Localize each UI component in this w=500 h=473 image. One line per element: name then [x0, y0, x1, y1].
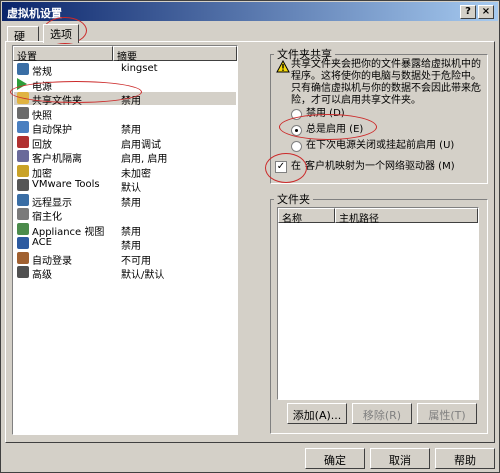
- list-item-summary: kingset: [121, 63, 158, 74]
- folder-properties-button[interactable]: 属性(T): [417, 403, 477, 424]
- column-setting[interactable]: 设置: [13, 46, 113, 63]
- list-item-summary: 禁用: [121, 226, 141, 238]
- radio-until-poweroff-label: 在下次电源关闭或挂起前启用 (U): [306, 140, 455, 151]
- close-button[interactable]: ×: [478, 5, 494, 19]
- column-host-path[interactable]: 主机路径: [335, 208, 478, 225]
- appliance-icon: [17, 222, 29, 235]
- list-item-summary: 禁用: [121, 241, 141, 252]
- warning-icon: [276, 60, 290, 73]
- warning-line: 共享文件夹会把你的文件暴露给虚拟机中的: [291, 59, 481, 70]
- title-bar: 虚拟机设置 ? ×: [2, 2, 498, 21]
- list-item-summary: 不可用: [121, 255, 151, 267]
- map-drive-label: 客户机映射为一个网络驱动器 (M): [305, 161, 455, 172]
- general-icon: [17, 63, 29, 75]
- map-drive-checkbox[interactable]: ✓: [275, 161, 287, 173]
- ace-icon: [17, 237, 29, 249]
- list-item-label: VMware Tools: [32, 179, 100, 190]
- column-summary[interactable]: 摘要: [113, 46, 237, 63]
- list-item-label: 快照: [32, 110, 52, 122]
- list-item[interactable]: ACE 禁用: [14, 237, 236, 252]
- radio-disabled[interactable]: [291, 109, 302, 120]
- list-item[interactable]: 回放 启用调试: [14, 135, 236, 151]
- radio-disabled-label: 禁用 (D): [306, 108, 345, 119]
- list-item[interactable]: 电源: [14, 77, 236, 93]
- warning-text: 共享文件夹会把你的文件暴露给虚拟机中的 程序。这将使你的电脑与数据处于危险中。 …: [291, 59, 487, 107]
- list-item-summary: 启用调试: [121, 139, 161, 151]
- list-item-label: 共享文件夹: [32, 96, 82, 107]
- replay-icon: [17, 135, 29, 148]
- list-item[interactable]: 共享文件夹 禁用: [14, 92, 236, 107]
- list-item[interactable]: VMware Tools 默认: [14, 179, 236, 194]
- help-title-button[interactable]: ?: [460, 5, 476, 19]
- lock-icon: [17, 164, 29, 177]
- warning-line: 程序。这将使你的电脑与数据处于危险中。: [291, 71, 481, 82]
- list-item-label: 客户机隔离: [32, 154, 82, 165]
- list-item-label: ACE: [32, 237, 52, 248]
- list-item-summary: 启用, 启用: [121, 154, 168, 165]
- list-item[interactable]: 高级 默认/默认: [14, 266, 236, 281]
- help-button[interactable]: 帮助: [435, 448, 495, 469]
- autoprotect-icon: [17, 121, 29, 133]
- radio-until-poweroff[interactable]: [291, 141, 302, 152]
- list-item-label: 高级: [32, 270, 52, 281]
- list-item[interactable]: 常规 kingset: [14, 63, 236, 78]
- warning-line: 只有确信虚拟机与你的数据不会因此带来危: [291, 83, 481, 94]
- list-item-label: 回放: [32, 139, 52, 151]
- list-item-label: 宿主化: [32, 212, 62, 223]
- list-item-label: Appliance 视图: [32, 226, 105, 238]
- settings-dialog: 虚拟机设置 ? × 硬件 选项 设置 摘要 常规kingset电源共享文件夹禁用…: [0, 0, 500, 473]
- list-item-summary: 未加密: [121, 168, 151, 180]
- add-folder-button[interactable]: 添加(A)...: [287, 403, 347, 424]
- list-item-summary: 禁用: [121, 197, 141, 209]
- folders-label: 文件夹: [274, 191, 313, 207]
- list-item-label: 远程显示: [32, 197, 72, 209]
- power-icon: [17, 77, 27, 90]
- snapshot-icon: [17, 106, 29, 119]
- settings-list[interactable]: 设置 摘要 常规 kingset 电源 共享文件夹 禁用 快照 自动保护 禁用 回放 启用调试 客户…: [12, 45, 238, 435]
- autologin-icon: [17, 251, 29, 264]
- tab-options-label: 选项: [50, 28, 72, 41]
- list-item[interactable]: 客户机隔离 启用, 启用: [14, 150, 236, 165]
- list-item-summary: 禁用: [121, 125, 141, 136]
- close-icon: ×: [481, 6, 491, 17]
- vmware-tools-icon: [17, 179, 29, 191]
- list-item-label: 自动保护: [32, 125, 72, 136]
- window-title: 虚拟机设置: [7, 7, 62, 20]
- radio-always-enabled-label: 总是启用 (E): [306, 124, 364, 135]
- list-item[interactable]: Appliance 视图 禁用: [14, 222, 236, 238]
- list-item-summary: 禁用: [121, 96, 141, 107]
- advanced-icon: [17, 266, 29, 278]
- cancel-button[interactable]: 取消: [370, 448, 430, 469]
- remote-display-icon: [17, 193, 29, 206]
- list-item[interactable]: 远程显示 禁用: [14, 193, 236, 209]
- tab-hardware[interactable]: 硬件: [7, 26, 39, 59]
- list-item[interactable]: 自动保护 禁用: [14, 121, 236, 136]
- isolation-icon: [17, 150, 29, 162]
- ok-button[interactable]: 确定: [305, 448, 365, 469]
- list-header: 设置 摘要: [13, 46, 237, 63]
- tab-options[interactable]: 选项: [43, 24, 79, 43]
- help-glyph: ?: [465, 6, 471, 17]
- remove-folder-button[interactable]: 移除(R): [352, 403, 412, 424]
- list-item[interactable]: 加密 未加密: [14, 164, 236, 180]
- list-item-label: 电源: [32, 81, 52, 93]
- column-name[interactable]: 名称: [278, 208, 335, 225]
- folder-icon: [17, 92, 29, 104]
- host-icon: [17, 208, 29, 220]
- list-item-label: 常规: [32, 67, 52, 78]
- list-item-summary: 默认: [121, 183, 141, 194]
- warning-line: 险，才可以启用共享文件夹。: [291, 95, 421, 106]
- list-item-label: 加密: [32, 168, 52, 180]
- folders-table[interactable]: 名称 主机路径: [277, 207, 479, 400]
- radio-always-enabled[interactable]: [291, 125, 302, 136]
- list-item[interactable]: 宿主化: [14, 208, 236, 223]
- list-item[interactable]: 自动登录 不可用: [14, 251, 236, 267]
- list-item-summary: 默认/默认: [121, 270, 165, 281]
- list-item[interactable]: 快照: [14, 106, 236, 122]
- list-item-label: 自动登录: [32, 255, 72, 267]
- map-drive-label-prefix: 在: [291, 161, 301, 172]
